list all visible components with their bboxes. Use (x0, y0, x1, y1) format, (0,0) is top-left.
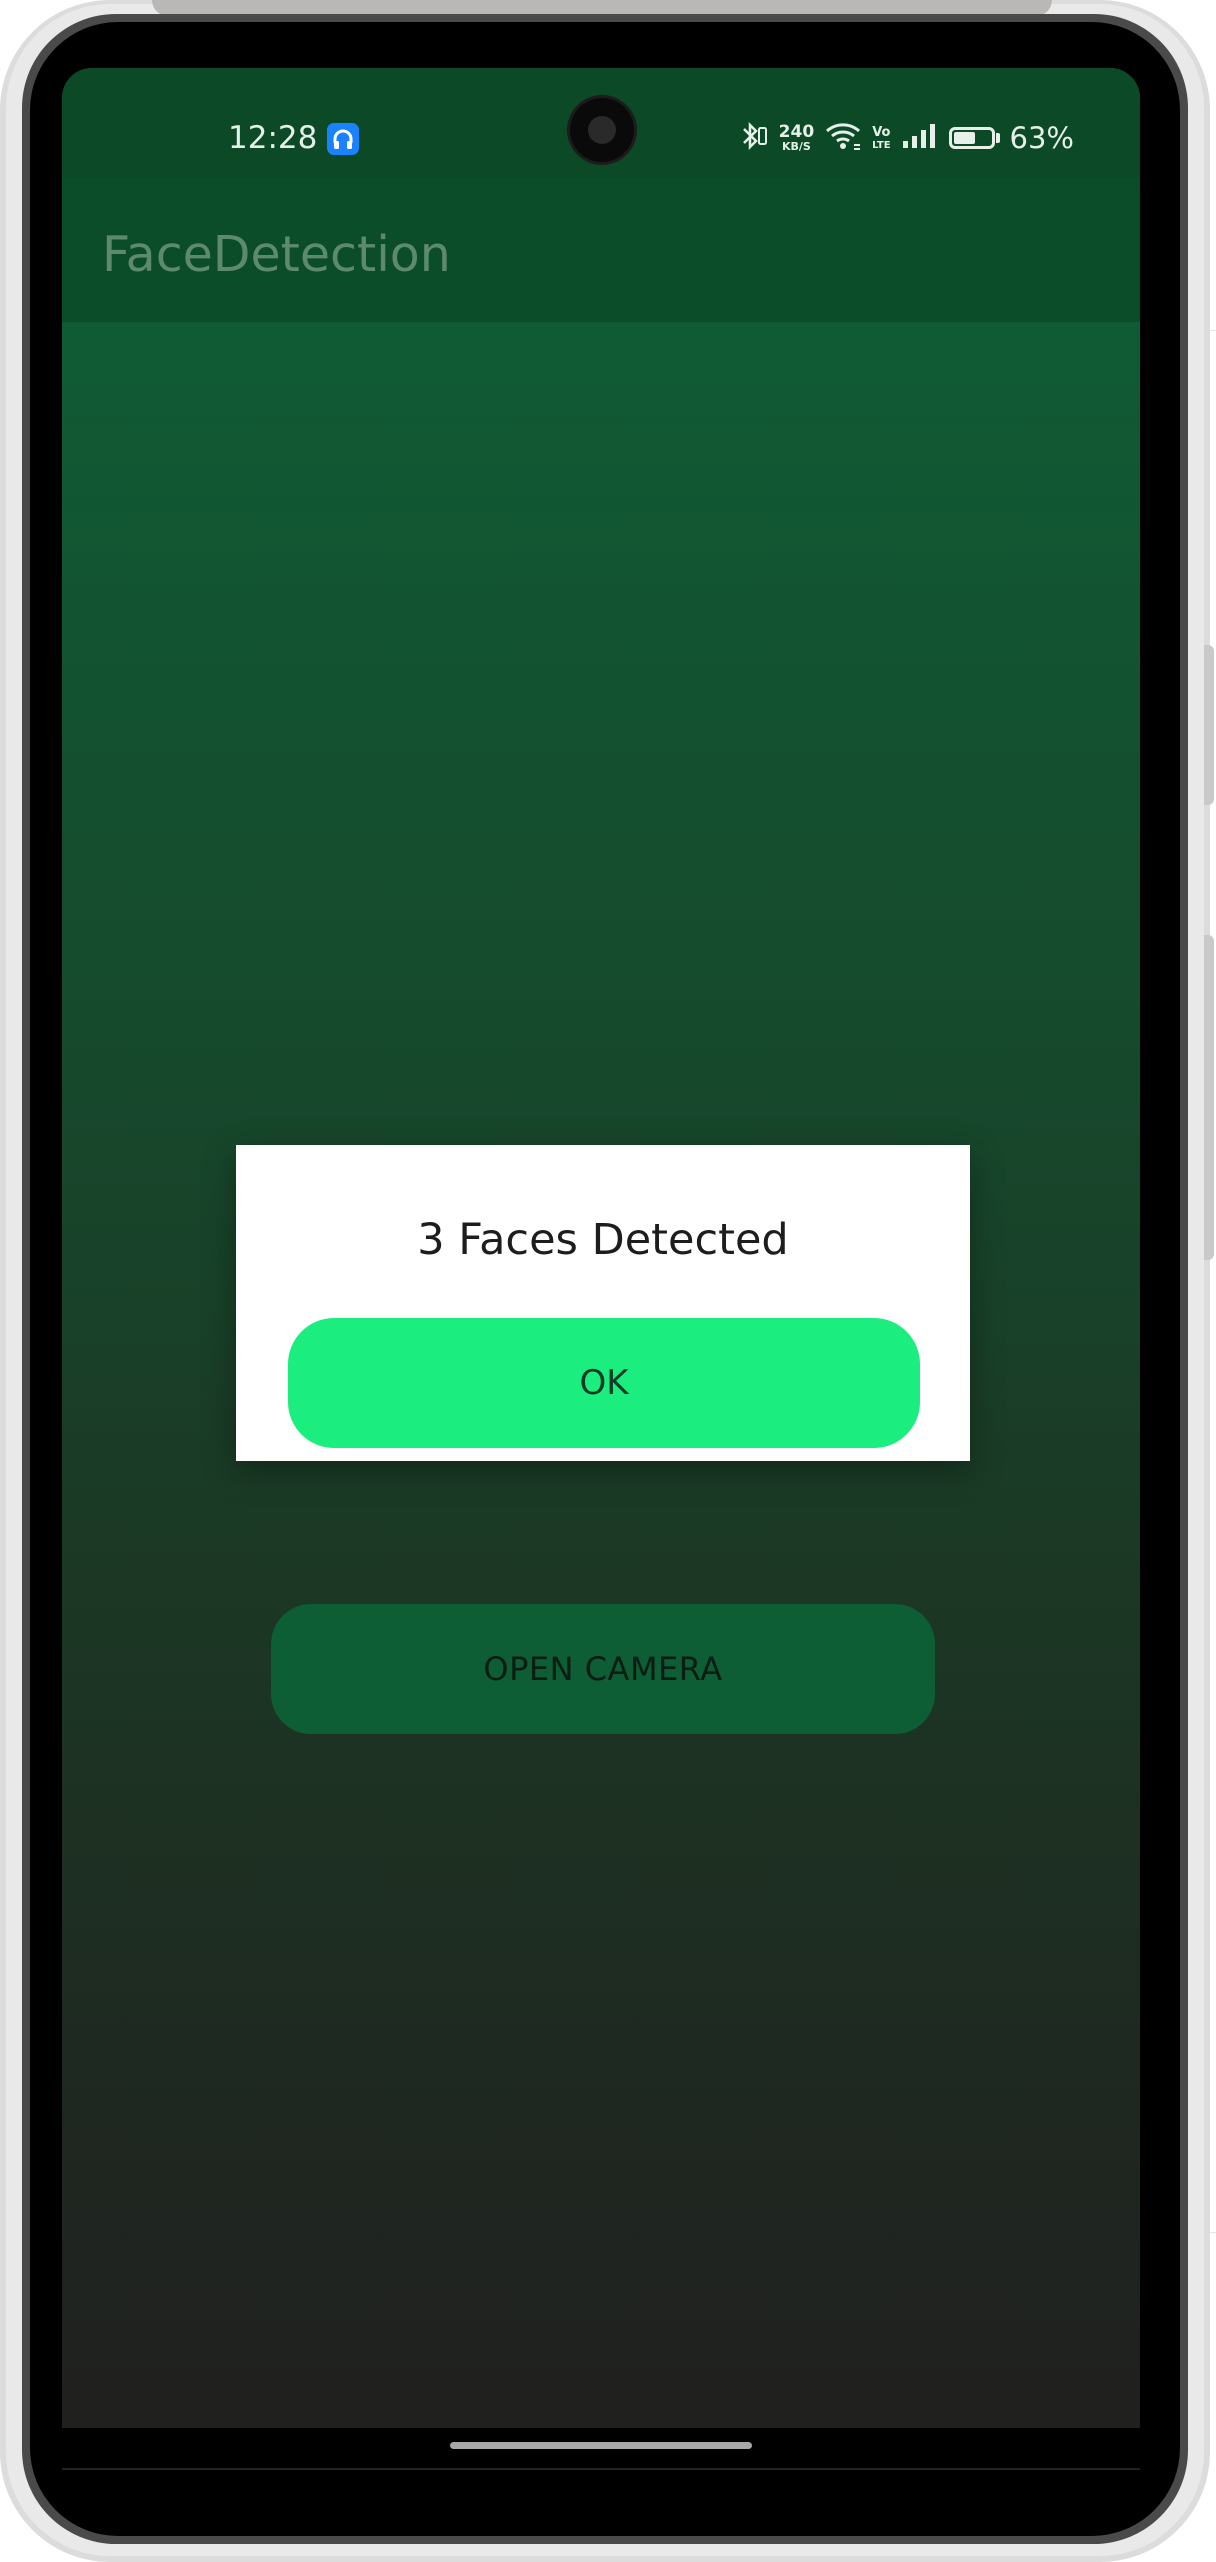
battery-percent: 63% (1009, 121, 1074, 155)
wifi-icon (824, 120, 862, 157)
battery-tip (995, 133, 1000, 143)
open-camera-button[interactable]: OPEN CAMERA (271, 1604, 935, 1734)
signal-icon (901, 122, 939, 155)
phone-screen: 12:28 240 KB/S Vo LTE 63% FaceDetection … (62, 68, 1140, 2468)
status-bar: 12:28 240 KB/S Vo LTE 63% (62, 68, 1140, 178)
volte-top-label: Vo (872, 124, 891, 140)
dialog-message: 3 Faces Detected (417, 1215, 789, 1265)
status-icons: 240 KB/S Vo LTE 63% (739, 120, 1074, 156)
front-camera (570, 98, 634, 162)
network-speed-unit: KB/S (781, 140, 811, 153)
volte-bottom-label: LTE (872, 139, 891, 151)
volume-button (1204, 645, 1214, 805)
network-speed-value: 240 (778, 122, 815, 142)
battery-indicator (948, 127, 1000, 149)
headset-icon (327, 123, 359, 155)
navigation-bar (62, 2428, 1140, 2468)
camera-lens (588, 116, 616, 144)
home-gesture-handle[interactable] (450, 2442, 752, 2449)
power-button (1204, 935, 1214, 1260)
bluetooth-icon (739, 120, 769, 157)
network-speed: 240 KB/S (778, 122, 815, 153)
app-bar: FaceDetection (62, 178, 1140, 322)
faces-detected-dialog: 3 Faces Detected OK (236, 1145, 970, 1461)
screen-bottom-edge (62, 2468, 1140, 2470)
app-title: FaceDetection (102, 226, 451, 283)
volte-icon: Vo LTE (872, 124, 891, 151)
status-time: 12:28 (228, 120, 318, 156)
ok-button[interactable]: OK (288, 1318, 920, 1448)
battery-fill (953, 132, 975, 144)
battery-icon (948, 127, 995, 149)
